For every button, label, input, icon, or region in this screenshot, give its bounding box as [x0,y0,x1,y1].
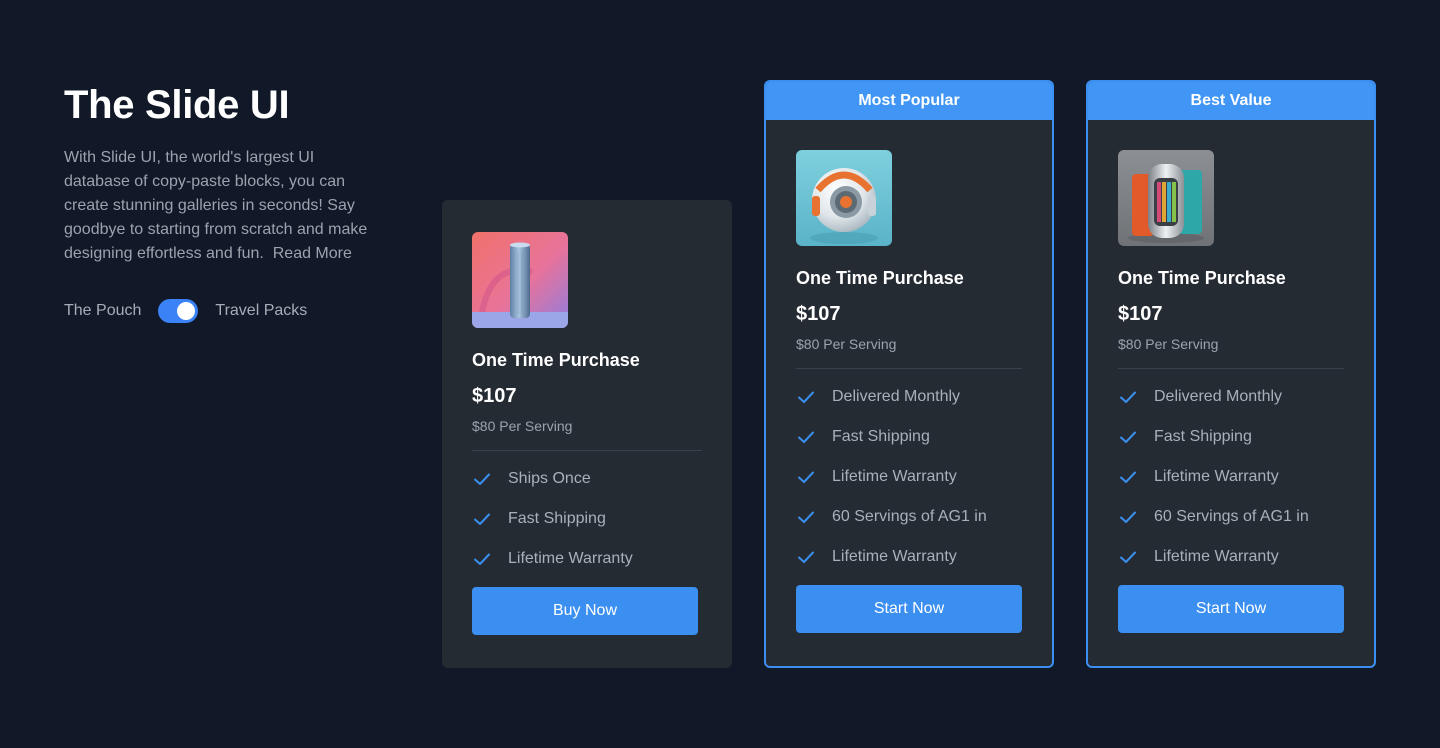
toggle-right-label[interactable]: Travel Packs [215,302,307,320]
check-icon [1120,471,1136,483]
feature-label: Lifetime Warranty [832,548,957,565]
card-title: One Time Purchase [472,350,640,370]
buy-now-button[interactable]: Buy Now [472,587,698,635]
feature-label: Fast Shipping [832,428,930,445]
tall-cylinder-bottle-image [472,232,568,328]
pricing-card-best-value: Best Value One Time Purchase $107 $80 Pe… [1086,80,1376,668]
feature-item: Ships Once [472,467,702,491]
feature-item: Lifetime Warranty [472,547,702,571]
travel-pack-image [1118,150,1214,246]
feature-label: Ships Once [508,470,591,487]
feature-label: 60 Servings of AG1 in [1154,508,1309,525]
feature-list: Delivered Monthly Fast Shipping Lifetime… [796,385,1022,569]
feature-item: Delivered Monthly [1118,385,1344,409]
card-body: One Time Purchase $107 $80 Per Serving D… [766,120,1052,633]
most-popular-banner: Most Popular [766,82,1052,120]
start-now-button[interactable]: Start Now [796,585,1022,633]
toggle-knob [177,302,196,320]
card-body: One Time Purchase $107 $80 Per Serving S… [442,200,732,635]
check-icon [474,553,490,565]
card-price: $107 [1118,303,1163,325]
feature-item: Lifetime Warranty [796,545,1022,569]
intro-description: With Slide UI, the world's largest UI da… [64,146,384,266]
feature-item: Lifetime Warranty [1118,465,1344,489]
feature-label: Fast Shipping [1154,428,1252,445]
feature-item: Fast Shipping [472,507,702,531]
card-serving-price: $80 Per Serving [1118,336,1219,352]
pricing-card-one-time: One Time Purchase $107 $80 Per Serving S… [442,200,732,668]
feature-item: 60 Servings of AG1 in [1118,505,1344,529]
check-icon [1120,551,1136,563]
check-icon [474,513,490,525]
check-icon [798,431,814,443]
check-icon [474,473,490,485]
feature-label: Delivered Monthly [1154,388,1283,405]
start-now-button[interactable]: Start Now [1118,585,1344,633]
card-serving-price: $80 Per Serving [796,336,897,352]
feature-label: Lifetime Warranty [1154,468,1279,485]
feature-label: Lifetime Warranty [508,550,633,567]
card-divider [796,368,1022,369]
feature-label: Fast Shipping [508,510,606,527]
feature-item: Delivered Monthly [796,385,1022,409]
pricing-page: The Slide UI With Slide UI, the world's … [0,0,1440,748]
feature-list: Ships Once Fast Shipping Lifetime Warran… [472,467,702,571]
card-divider [472,450,702,451]
check-icon [1120,511,1136,523]
check-icon [798,391,814,403]
card-serving-price: $80 Per Serving [472,418,573,434]
card-title: One Time Purchase [796,268,964,288]
feature-label: Delivered Monthly [832,388,961,405]
pricing-card-most-popular: Most Popular One Time Purchase $107 $80 … [764,80,1054,668]
card-body: One Time Purchase $107 $80 Per Serving D… [1088,120,1374,633]
feature-item: Lifetime Warranty [1118,545,1344,569]
check-icon [1120,391,1136,403]
plan-toggle-switch[interactable] [158,299,199,323]
feature-label: 60 Servings of AG1 in [832,508,987,525]
feature-item: Fast Shipping [1118,425,1344,449]
feature-item: Lifetime Warranty [796,465,1022,489]
feature-item: 60 Servings of AG1 in [796,505,1022,529]
card-price: $107 [796,303,841,325]
read-more-link[interactable]: Read More [273,245,352,262]
check-icon [798,471,814,483]
card-price: $107 [472,385,517,407]
feature-label: Lifetime Warranty [832,468,957,485]
plan-toggle-row: The Pouch Travel Packs [64,298,384,324]
best-value-banner: Best Value [1088,82,1374,120]
toggle-left-label[interactable]: The Pouch [64,302,141,320]
card-divider [1118,368,1344,369]
feature-item: Fast Shipping [796,425,1022,449]
card-title: One Time Purchase [1118,268,1286,288]
feature-list: Delivered Monthly Fast Shipping Lifetime… [1118,385,1344,569]
round-device-image [796,150,892,246]
page-title: The Slide UI [64,83,290,127]
feature-label: Lifetime Warranty [1154,548,1279,565]
check-icon [798,551,814,563]
check-icon [1120,431,1136,443]
intro-section: The Slide UI With Slide UI, the world's … [64,82,384,324]
check-icon [798,511,814,523]
